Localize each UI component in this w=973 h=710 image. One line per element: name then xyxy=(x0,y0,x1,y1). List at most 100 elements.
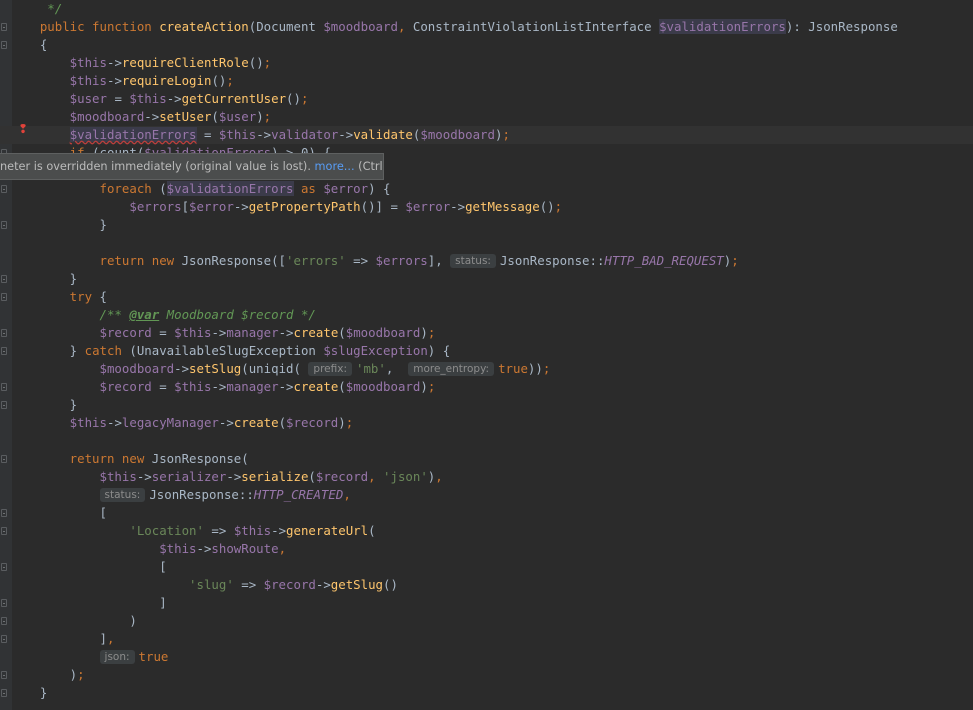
code-line[interactable]: } xyxy=(0,216,973,234)
code-token: -> xyxy=(106,55,122,70)
code-line[interactable]: ] xyxy=(0,594,973,612)
code-line[interactable]: $errors[$error->getPropertyPath()] = $er… xyxy=(0,198,973,216)
code-token: true xyxy=(138,649,169,664)
code-token: $this xyxy=(10,541,197,556)
code-token: ( xyxy=(278,415,287,430)
code-line[interactable]: $this->serializer->serialize($record, 'j… xyxy=(0,468,973,486)
code-line[interactable]: foreach ($validationErrors as $error) { xyxy=(0,180,973,198)
code-line[interactable]: return new JsonResponse( xyxy=(0,450,973,468)
code-token: , xyxy=(343,487,351,502)
code-token: validate xyxy=(353,127,413,142)
code-token: ( xyxy=(338,325,346,340)
code-token: try xyxy=(10,289,100,304)
code-token: manager xyxy=(226,379,279,394)
code-line[interactable]: $record = $this->manager->create($moodbo… xyxy=(0,378,973,396)
code-line[interactable]: 'slug' => $record->getSlug() xyxy=(0,576,973,594)
code-token: -> xyxy=(144,109,160,124)
code-token: as xyxy=(293,181,324,196)
code-token: true xyxy=(498,361,528,376)
code-token: ; xyxy=(226,73,234,88)
code-line[interactable]: ], xyxy=(0,630,973,648)
code-token: catch xyxy=(84,343,130,358)
code-token: ; xyxy=(731,253,739,268)
code-token: showRoute xyxy=(211,541,279,556)
code-line[interactable]: $validationErrors = $this->validator->va… xyxy=(0,126,973,144)
code-token: HTTP_BAD_REQUEST xyxy=(604,253,724,268)
tooltip-more-link[interactable]: more... xyxy=(315,160,355,173)
code-line[interactable]: status: JsonResponse::HTTP_CREATED, xyxy=(0,486,973,504)
code-line[interactable]: $user = $this->getCurrentUser(); xyxy=(0,90,973,108)
code-token: ] xyxy=(10,595,167,610)
code-token: setUser xyxy=(159,109,212,124)
code-line[interactable]: */ xyxy=(0,0,973,18)
code-token: -> xyxy=(226,469,242,484)
code-token: , xyxy=(385,361,409,376)
code-token: $user xyxy=(218,109,257,124)
code-token: $moodboard xyxy=(420,127,495,142)
code-token: ()] = xyxy=(360,199,406,214)
code-token: -> xyxy=(315,577,331,592)
code-line[interactable]: try { xyxy=(0,288,973,306)
code-line[interactable]: public function createAction(Document $m… xyxy=(0,18,973,36)
error-marker-icon[interactable]: ❢ xyxy=(18,123,30,135)
code-token: $record xyxy=(315,469,369,484)
code-line[interactable]: } xyxy=(0,270,973,288)
code-line[interactable]: json: true xyxy=(0,648,973,666)
code-token: ) { xyxy=(368,181,391,196)
code-token: ] xyxy=(10,631,107,646)
code-token: public function xyxy=(10,19,160,34)
code-token: 'Location' xyxy=(10,523,204,538)
code-token: serialize xyxy=(241,469,309,484)
code-token: $validationErrors xyxy=(659,19,786,34)
code-token: serializer xyxy=(151,469,227,484)
code-token: 'slug' xyxy=(10,577,234,592)
code-token: $moodboard xyxy=(345,325,421,340)
code-token: ) xyxy=(420,325,428,340)
code-editor[interactable]: */ public function createAction(Document… xyxy=(0,0,973,710)
code-line[interactable]: ); xyxy=(0,666,973,684)
code-token: getCurrentUser xyxy=(181,91,287,106)
code-token: -> xyxy=(166,91,182,106)
code-token: $this xyxy=(233,523,272,538)
code-token: () xyxy=(248,55,264,70)
code-token: $error xyxy=(405,199,451,214)
code-line[interactable]: } xyxy=(0,396,973,414)
code-token: $slugException xyxy=(323,343,428,358)
code-token: -> xyxy=(174,361,190,376)
code-token: () xyxy=(286,91,301,106)
code-token: $validationErrors xyxy=(69,127,197,142)
code-line[interactable]: [ xyxy=(0,558,973,576)
code-line[interactable]: [ xyxy=(0,504,973,522)
code-line[interactable]: $moodboard->setSlug(uniqid( prefix:'mb',… xyxy=(0,360,973,378)
code-token: $moodboard xyxy=(10,361,175,376)
code-line[interactable]: } catch (UnavailableSlugException $slugE… xyxy=(0,342,973,360)
parameter-hint: status: xyxy=(99,488,146,502)
code-token: (Document xyxy=(248,19,324,34)
code-line[interactable]: return new JsonResponse(['errors' => $er… xyxy=(0,252,973,270)
code-token: ) xyxy=(420,379,428,394)
code-line[interactable]: $this->requireLogin(); xyxy=(0,72,973,90)
code-line[interactable]: $this->legacyManager->create($record); xyxy=(0,414,973,432)
code-token: generateUrl xyxy=(286,523,369,538)
code-line[interactable]: 'Location' => $this->generateUrl( xyxy=(0,522,973,540)
code-line[interactable]: { xyxy=(0,36,973,54)
code-line[interactable]: $record = $this->manager->create($moodbo… xyxy=(0,324,973,342)
code-line[interactable]: } xyxy=(0,684,973,702)
code-token: $record xyxy=(286,415,339,430)
code-line[interactable]: $this->showRoute, xyxy=(0,540,973,558)
code-line[interactable]: $moodboard->setUser($user); xyxy=(0,108,973,126)
code-token: = xyxy=(196,127,219,142)
code-token: JsonResponse( xyxy=(151,451,249,466)
code-line[interactable] xyxy=(0,432,973,450)
code-token: [ xyxy=(10,559,167,574)
code-token: } xyxy=(10,685,48,700)
code-line[interactable]: $this->requireClientRole(); xyxy=(0,54,973,72)
code-line[interactable]: ) xyxy=(0,612,973,630)
code-line[interactable]: /** @var Moodboard $record */ xyxy=(0,306,973,324)
parameter-hint: json: xyxy=(99,650,135,664)
code-token: $user xyxy=(10,91,107,106)
code-token: JsonResponse:: xyxy=(499,253,605,268)
code-line[interactable] xyxy=(0,234,973,252)
code-token: = xyxy=(106,91,130,106)
parameter-hint: prefix: xyxy=(308,362,352,376)
